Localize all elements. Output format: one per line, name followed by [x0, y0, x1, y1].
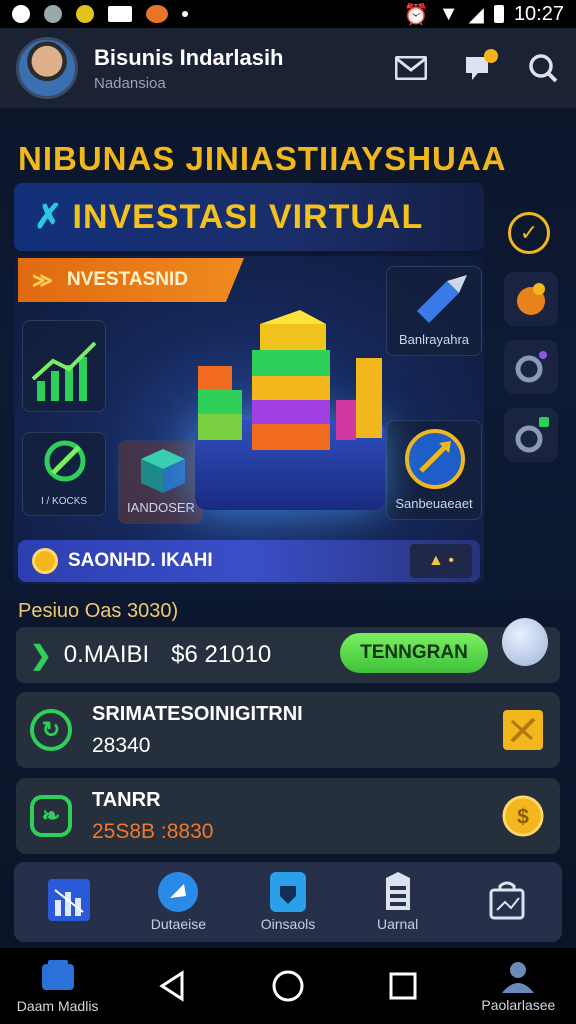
nav-item-oinsaols[interactable]: Oinsaols — [238, 867, 338, 937]
dollar-coin-icon[interactable]: $ — [502, 795, 544, 837]
hero-bar-label: SAONHD. IKAHI — [68, 550, 213, 571]
status-bar: ⏰ ▼ ◢ 10:27 — [0, 0, 576, 28]
period-label: Pesiuo Oas 3030) — [18, 600, 179, 622]
invest-label: 0.MAIBI — [63, 641, 150, 668]
leaf-icon: ❧ — [30, 795, 72, 837]
dot-icon — [182, 11, 188, 17]
back-button[interactable] — [125, 970, 221, 1002]
signal-icon: ◢ — [468, 3, 484, 26]
recents-button[interactable] — [355, 971, 451, 1001]
app-header: Bisunis Indarlasih Nadansioa — [0, 28, 576, 108]
gear-icon[interactable] — [504, 340, 558, 394]
bookmark-button[interactable]: ▲ • — [410, 544, 472, 578]
chart-tile[interactable] — [22, 320, 106, 412]
security-tile[interactable]: I / KOCKS — [22, 432, 106, 516]
nav-label: Oinsaols — [260, 916, 316, 932]
analytics-tile[interactable]: Banlrayahra — [386, 266, 482, 356]
notification-icon[interactable] — [460, 49, 498, 85]
clock-badge-icon[interactable]: ✓ — [508, 212, 550, 254]
hero-tag-label: NVESTASNID — [66, 269, 188, 290]
nav-label: Uarnal — [376, 916, 419, 932]
card-title: SRIMATESOINIGITRNI — [92, 702, 303, 725]
card-value: 28340 — [92, 733, 151, 757]
stat-card[interactable]: ↻ SRIMATESOINIGITRNI 28340 — [16, 692, 560, 768]
home-circle-icon — [272, 970, 304, 1002]
nav-label: Dutaeise — [150, 916, 207, 932]
user-info: Bisunis Indarlasih Nadansioa — [94, 45, 284, 92]
game-status-icon — [146, 5, 168, 23]
stat-card[interactable]: ❧ TANRR 25S8B :8830 $ — [16, 778, 560, 854]
nav-item-uarnal[interactable]: Uarnal — [348, 867, 448, 937]
tile-label: Sanbeuaeaet — [395, 496, 473, 511]
alarm-icon: ⏰ — [403, 3, 429, 26]
rocket-icon — [156, 872, 200, 912]
app-icon — [12, 5, 30, 23]
profile-button[interactable]: Paolarlasee — [470, 959, 566, 1013]
banner-title: NIBUNAS JINIASTIIAYSHUAA — [18, 140, 507, 177]
chart-icon — [47, 879, 91, 921]
status-time: 10:27 — [513, 2, 564, 25]
investment-blocks-illustration — [198, 310, 382, 450]
coin-stack-icon[interactable] — [504, 272, 558, 326]
arrow-right-icon: ❯ — [30, 639, 52, 670]
svg-text:$: $ — [517, 806, 529, 829]
investasi-virtual-banner[interactable]: ✗ INVESTASI VIRTUAL — [14, 183, 484, 251]
expand-icon[interactable] — [502, 709, 544, 751]
nav-item-bag[interactable] — [457, 867, 557, 937]
mail-icon[interactable] — [394, 51, 428, 85]
card-value: 25S8B :8830 — [92, 819, 214, 843]
search-icon[interactable] — [526, 51, 560, 85]
assistant-bot-icon[interactable] — [502, 618, 548, 666]
card-title: TANRR — [92, 788, 161, 811]
chart-status-icon — [108, 6, 132, 22]
invest-amount: $6 21010 — [171, 641, 272, 668]
coin-status-icon — [76, 5, 94, 23]
shield-icon — [266, 872, 310, 912]
system-nav-bar: Daam Madlis Paolarlasee — [0, 948, 576, 1024]
home-button[interactable] — [240, 969, 336, 1003]
battery-icon — [493, 5, 504, 23]
shield-status-icon — [44, 5, 62, 23]
hero-action-bar[interactable]: SAONHD. IKAHI ▲ • — [18, 540, 480, 582]
ribbon-icon: ✗ — [34, 198, 63, 236]
growth-tile[interactable]: Sanbeuaeaet — [386, 420, 482, 520]
system-nav-left-label: Daam Madlis — [16, 998, 99, 1014]
nav-item-dutaeise[interactable]: Dutaeise — [128, 867, 228, 937]
tile-label: Banlrayahra — [398, 332, 470, 347]
user-subtitle: Nadansioa — [94, 74, 166, 92]
security-icon — [44, 440, 86, 482]
notification-badge — [484, 49, 498, 63]
system-nav-right-label: Paolarlasee — [481, 997, 556, 1013]
recents-square-icon — [389, 972, 417, 1000]
back-triangle-icon — [159, 970, 184, 1002]
app-home-icon — [41, 960, 74, 990]
bottom-nav: Dutaeise Oinsaols Uarnal — [14, 862, 562, 942]
nav-item-dashboard[interactable] — [19, 867, 119, 937]
banner-headline: INVESTASI VIRTUAL — [72, 197, 424, 236]
tile-label: I / KOCKS — [40, 496, 88, 507]
settings-cog-icon[interactable] — [504, 408, 558, 462]
wallet-icon — [376, 872, 420, 912]
avatar[interactable] — [16, 37, 78, 99]
user-name: Bisunis Indarlasih — [94, 44, 284, 70]
growth-chart-icon — [31, 341, 97, 401]
growth-arrow-icon — [405, 429, 465, 489]
chevron-right-icon: ≫ — [32, 269, 53, 292]
coin-icon — [32, 548, 58, 574]
wifi-icon: ▼ — [438, 2, 459, 25]
bag-icon — [485, 880, 529, 920]
profile-icon — [502, 962, 535, 993]
system-nav-home-app[interactable]: Daam Madlis — [10, 958, 106, 1014]
rocket-icon — [417, 275, 467, 323]
check-cycle-icon: ↻ — [30, 709, 72, 751]
invest-button[interactable]: TENNGRAN — [340, 633, 488, 673]
